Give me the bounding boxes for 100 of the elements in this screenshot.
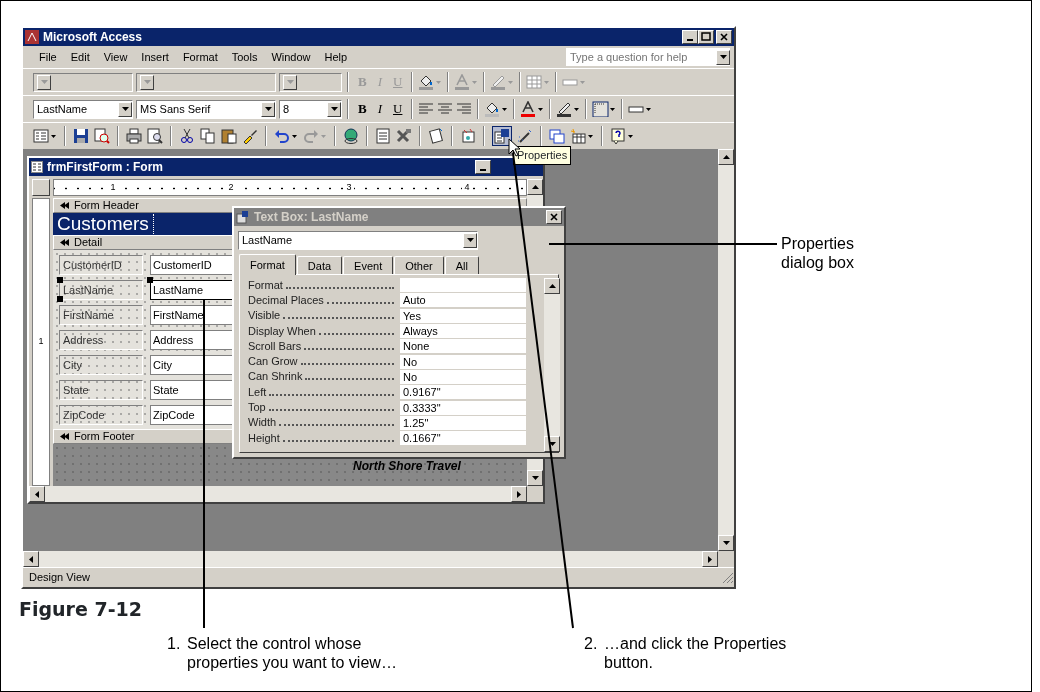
object-dropdown[interactable]: LastName [33, 99, 133, 119]
menu-item[interactable]: Help [318, 47, 354, 67]
underline-button[interactable]: U [389, 100, 407, 118]
close-button[interactable] [716, 30, 732, 44]
close-icon [549, 212, 559, 222]
vertical-scrollbar[interactable] [718, 149, 734, 551]
ruler-corner[interactable] [32, 179, 50, 196]
menu-item[interactable]: Tools [225, 47, 264, 67]
down-arrow-icon [329, 104, 339, 114]
align-center-icon[interactable] [437, 101, 454, 117]
property-value[interactable]: None [400, 339, 526, 354]
left-arrow-icon [32, 489, 42, 499]
hyperlink-icon[interactable] [343, 128, 359, 144]
italic-button[interactable]: I [373, 100, 386, 118]
vertical-scrollbar[interactable] [544, 278, 560, 452]
property-value[interactable]: 0.3333" [400, 400, 526, 415]
close-icon [719, 32, 729, 42]
down-arrow-icon [530, 473, 540, 483]
property-tab[interactable]: Format [239, 254, 296, 275]
section-arrow-icon [60, 432, 70, 441]
property-value[interactable]: 0.9167" [400, 385, 526, 400]
line-color-icon[interactable] [556, 101, 581, 117]
help-icon[interactable] [610, 128, 634, 144]
footer-label[interactable]: North Shore Travel [353, 459, 461, 473]
form-icon [31, 161, 43, 173]
property-value[interactable]: Yes [400, 308, 526, 323]
format-painter-icon[interactable] [242, 128, 258, 144]
align-right-icon[interactable] [456, 101, 473, 117]
minimize-button[interactable] [475, 160, 491, 174]
copy-icon[interactable] [200, 128, 216, 144]
print-preview-icon[interactable] [147, 128, 163, 144]
horizontal-scrollbar[interactable] [29, 486, 527, 502]
menu-item[interactable]: Insert [135, 47, 175, 67]
minimize-button[interactable] [682, 30, 698, 44]
section-label: Form Footer [74, 429, 135, 445]
close-button[interactable] [546, 210, 562, 224]
field-label[interactable]: State [59, 380, 143, 400]
field-label[interactable]: CustomerID [59, 255, 143, 275]
print-icon[interactable] [126, 128, 142, 144]
property-tab[interactable]: All [444, 256, 479, 274]
cut-icon[interactable] [179, 128, 195, 144]
selection-handle[interactable] [147, 277, 153, 283]
database-window-icon[interactable] [549, 128, 565, 144]
field-list-icon[interactable] [375, 128, 391, 144]
bold-button[interactable]: B [354, 100, 371, 118]
selection-handle[interactable] [57, 277, 63, 283]
help-search-field[interactable]: Type a question for help [566, 48, 730, 66]
fill-color-icon[interactable] [484, 101, 509, 117]
form-window-title: frmFirstForm : Form [47, 159, 163, 176]
field-label[interactable]: ZipCode [59, 405, 143, 425]
property-value[interactable]: Always [400, 324, 526, 339]
field-label[interactable]: FirstName [59, 305, 143, 325]
builder-icon[interactable] [517, 128, 533, 144]
menu-item[interactable]: Format [176, 47, 224, 67]
save-icon[interactable] [73, 128, 89, 144]
new-object-icon[interactable] [570, 128, 594, 144]
property-tab[interactable]: Data [296, 256, 343, 274]
property-value[interactable]: 1.25" [400, 415, 526, 430]
section-arrow-icon [60, 238, 70, 247]
resize-grip-icon[interactable] [722, 571, 734, 584]
callout-text: Select the control whose properties you want to view… [187, 634, 398, 672]
special-effect-icon[interactable] [592, 101, 617, 117]
paste-icon[interactable] [221, 128, 237, 144]
property-tab[interactable]: Event [343, 256, 394, 274]
up-arrow-icon [530, 182, 540, 192]
property-value[interactable]: No [400, 354, 526, 369]
left-arrow-icon [26, 554, 36, 564]
field-label[interactable]: LastName [59, 280, 143, 300]
file-search-icon[interactable] [94, 128, 110, 144]
view-icon[interactable] [33, 128, 57, 144]
maximize-button[interactable] [698, 30, 714, 44]
menu-item[interactable]: File [33, 47, 63, 67]
form-title-label[interactable]: Customers [53, 214, 154, 234]
font-size-dropdown[interactable]: 8 [279, 99, 342, 119]
application-icon [25, 30, 39, 44]
menu-item[interactable]: View [97, 47, 134, 67]
field-label[interactable]: Address [59, 330, 143, 350]
callout-number: 1. [167, 634, 181, 653]
undo-icon[interactable] [274, 128, 298, 144]
down-arrow-icon [721, 538, 731, 548]
property-name: Height [248, 431, 280, 445]
up-arrow-icon [547, 281, 557, 291]
align-left-icon[interactable] [418, 101, 435, 117]
window-title: Microsoft Access [43, 29, 142, 46]
menu-item[interactable]: Edit [64, 47, 96, 67]
property-value[interactable]: 0.1667" [400, 431, 526, 446]
property-tab[interactable]: Other [394, 256, 444, 274]
horizontal-scrollbar[interactable] [23, 551, 718, 567]
object-dropdown[interactable]: LastName [238, 231, 478, 250]
menu-item[interactable]: Window [265, 47, 317, 67]
font-color-icon[interactable] [520, 101, 545, 117]
field-label[interactable]: City [59, 355, 143, 375]
status-text: Design View [29, 570, 90, 586]
selection-handle[interactable] [57, 296, 63, 302]
tooltip: Properties [513, 146, 572, 165]
property-value[interactable]: No [400, 369, 526, 384]
minimize-icon [687, 39, 693, 41]
font-dropdown[interactable]: MS Sans Serif [136, 99, 276, 119]
down-arrow-icon [263, 104, 273, 114]
property-value[interactable]: Auto [400, 293, 526, 308]
